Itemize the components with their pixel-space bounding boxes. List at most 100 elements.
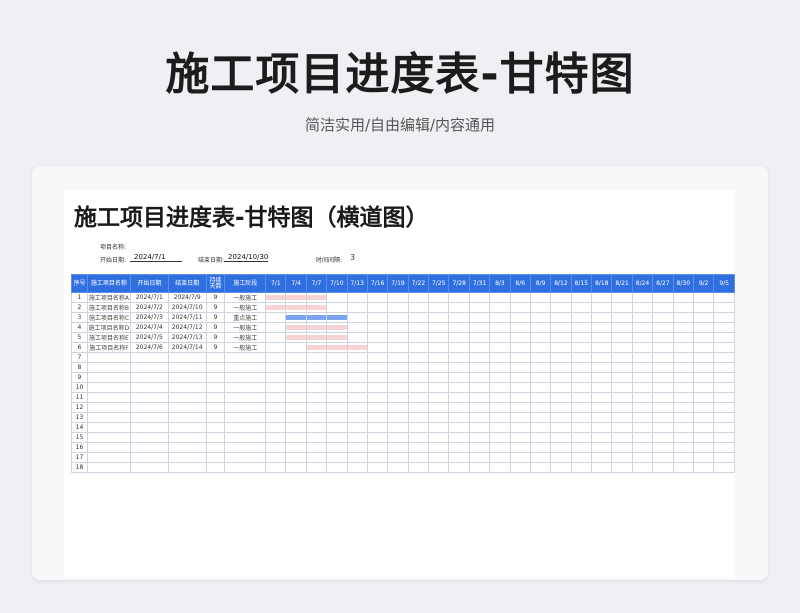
timeline-cell[interactable] <box>285 422 307 433</box>
timeline-cell[interactable] <box>265 362 287 373</box>
timeline-cell[interactable] <box>346 402 368 413</box>
timeline-cell[interactable] <box>366 422 389 433</box>
timeline-cell[interactable] <box>611 312 633 323</box>
cell-end[interactable]: 2024/7/12 <box>167 322 207 333</box>
start-date-field[interactable]: 2024/7/1 <box>130 253 182 262</box>
timeline-cell[interactable] <box>672 452 694 463</box>
cell-name[interactable]: 施工项目名称C <box>86 312 131 323</box>
cell-start[interactable]: 2024/7/4 <box>129 322 169 333</box>
cell-days[interactable] <box>205 462 226 473</box>
timeline-cell[interactable] <box>326 312 348 323</box>
cell-start[interactable]: 2024/7/6 <box>129 342 169 353</box>
timeline-cell[interactable] <box>346 332 368 343</box>
timeline-cell[interactable] <box>285 302 307 313</box>
timeline-cell[interactable] <box>570 302 593 313</box>
timeline-cell[interactable] <box>326 402 348 413</box>
timeline-cell[interactable] <box>387 422 409 433</box>
cell-stage[interactable] <box>224 432 267 443</box>
table-row[interactable]: 6 施工项目名称F 2024/7/6 2024/7/14 9 一般施工 <box>71 342 735 353</box>
timeline-cell[interactable] <box>407 422 430 433</box>
timeline-cell[interactable] <box>631 452 654 463</box>
timeline-cell[interactable] <box>631 362 654 373</box>
timeline-cell[interactable] <box>326 342 348 353</box>
timeline-cell[interactable] <box>448 292 470 303</box>
table-row[interactable]: 13 <box>71 412 735 423</box>
cell-start[interactable]: 2024/7/3 <box>129 312 169 323</box>
timeline-cell[interactable] <box>692 382 715 393</box>
timeline-cell[interactable] <box>305 382 328 393</box>
timeline-cell[interactable] <box>652 352 674 363</box>
cell-idx[interactable]: 9 <box>71 372 88 383</box>
cell-idx[interactable]: 17 <box>71 452 88 463</box>
cell-stage[interactable] <box>224 362 267 373</box>
timeline-cell[interactable] <box>489 362 511 373</box>
timeline-cell[interactable] <box>428 352 450 363</box>
timeline-cell[interactable] <box>692 312 715 323</box>
timeline-cell[interactable] <box>591 292 613 303</box>
cell-name[interactable] <box>86 362 131 373</box>
table-row[interactable]: 17 <box>71 452 735 463</box>
timeline-cell[interactable] <box>570 442 593 453</box>
timeline-cell[interactable] <box>652 392 674 403</box>
timeline-cell[interactable] <box>652 452 674 463</box>
timeline-cell[interactable] <box>489 352 511 363</box>
timeline-cell[interactable] <box>713 342 735 353</box>
cell-idx[interactable]: 1 <box>71 292 88 303</box>
cell-name[interactable] <box>86 462 131 473</box>
cell-idx[interactable]: 4 <box>71 322 88 333</box>
timeline-cell[interactable] <box>366 292 389 303</box>
timeline-cell[interactable] <box>672 422 694 433</box>
timeline-cell[interactable] <box>591 332 613 343</box>
timeline-cell[interactable] <box>285 462 307 473</box>
timeline-cell[interactable] <box>489 372 511 383</box>
cell-end[interactable] <box>167 422 207 433</box>
timeline-cell[interactable] <box>591 432 613 443</box>
timeline-cell[interactable] <box>448 312 470 323</box>
timeline-cell[interactable] <box>570 322 593 333</box>
timeline-cell[interactable] <box>529 302 552 313</box>
timeline-cell[interactable] <box>652 362 674 373</box>
cell-days[interactable] <box>205 392 226 403</box>
timeline-cell[interactable] <box>652 462 674 473</box>
timeline-cell[interactable] <box>387 442 409 453</box>
table-row[interactable]: 5 施工项目名称E 2024/7/5 2024/7/13 9 一般施工 <box>71 332 735 343</box>
table-row[interactable]: 12 <box>71 402 735 413</box>
timeline-cell[interactable] <box>448 412 470 423</box>
timeline-cell[interactable] <box>305 312 328 323</box>
timeline-cell[interactable] <box>326 432 348 443</box>
timeline-cell[interactable] <box>570 372 593 383</box>
cell-start[interactable] <box>129 402 169 413</box>
timeline-cell[interactable] <box>468 452 491 463</box>
timeline-cell[interactable] <box>346 322 368 333</box>
timeline-cell[interactable] <box>407 332 430 343</box>
timeline-cell[interactable] <box>387 342 409 353</box>
timeline-cell[interactable] <box>468 422 491 433</box>
cell-days[interactable]: 9 <box>205 312 226 323</box>
cell-end[interactable] <box>167 432 207 443</box>
timeline-cell[interactable] <box>305 302 328 313</box>
table-row[interactable]: 18 <box>71 462 735 473</box>
timeline-cell[interactable] <box>631 342 654 353</box>
timeline-cell[interactable] <box>529 442 552 453</box>
timeline-cell[interactable] <box>387 392 409 403</box>
timeline-cell[interactable] <box>285 392 307 403</box>
timeline-cell[interactable] <box>611 362 633 373</box>
timeline-cell[interactable] <box>346 442 368 453</box>
timeline-cell[interactable] <box>529 382 552 393</box>
timeline-cell[interactable] <box>448 322 470 333</box>
timeline-cell[interactable] <box>529 372 552 383</box>
timeline-cell[interactable] <box>550 372 572 383</box>
timeline-cell[interactable] <box>448 422 470 433</box>
timeline-cell[interactable] <box>407 442 430 453</box>
timeline-cell[interactable] <box>713 322 735 333</box>
timeline-cell[interactable] <box>591 442 613 453</box>
timeline-cell[interactable] <box>672 382 694 393</box>
timeline-cell[interactable] <box>468 462 491 473</box>
timeline-cell[interactable] <box>326 412 348 423</box>
timeline-cell[interactable] <box>611 442 633 453</box>
timeline-cell[interactable] <box>285 432 307 443</box>
timeline-cell[interactable] <box>570 452 593 463</box>
timeline-cell[interactable] <box>285 352 307 363</box>
timeline-cell[interactable] <box>305 292 328 303</box>
table-row[interactable]: 8 <box>71 362 735 373</box>
